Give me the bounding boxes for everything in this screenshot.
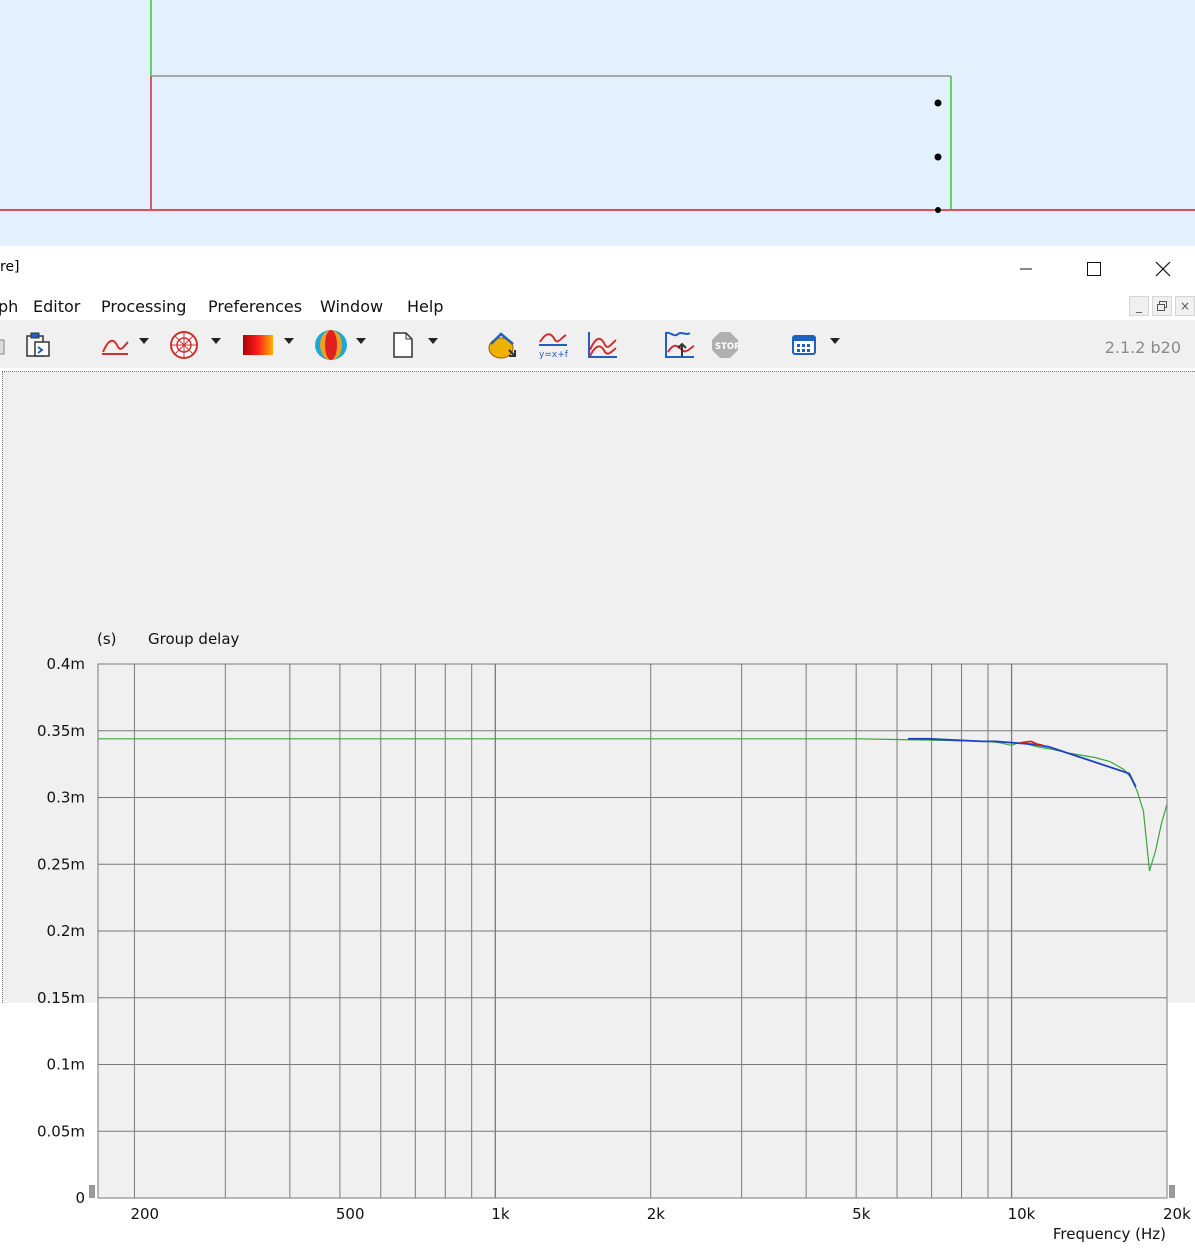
left-scroll-marker[interactable] <box>89 1185 95 1198</box>
x-tick-label: 500 <box>336 1205 365 1223</box>
x-axis-label: Frequency (Hz) <box>1053 1225 1166 1243</box>
y-tick-label: 0.2m <box>47 922 85 940</box>
chart-title: Group delay <box>148 630 240 648</box>
y-tick-label: 0.05m <box>37 1122 85 1140</box>
y-axis-label: (s) <box>97 630 117 648</box>
node-dot[interactable] <box>934 153 942 161</box>
editor-canvas[interactable] <box>0 0 1195 246</box>
y-tick-label: 0.3m <box>47 789 85 807</box>
x-tick-label: 20k <box>1163 1205 1191 1223</box>
editor-drawing <box>0 0 1195 213</box>
node-dot[interactable] <box>934 99 942 107</box>
y-tick-label: 0.15m <box>37 989 85 1007</box>
x-tick-label: 1k <box>491 1205 510 1223</box>
node-dot[interactable] <box>935 207 941 213</box>
graph-panel: 0 0.05m 0.1m 0.15m 0.2m 0.25m 0.3m 0.35m 0.4m 200… <box>2 371 1195 1243</box>
x-tick-label: 200 <box>130 1205 159 1223</box>
x-tick-label: 2k <box>647 1205 666 1223</box>
app-window: re] ph Editor Processing Preferences Win… <box>0 246 1195 1243</box>
x-tick-label: 5k <box>852 1205 871 1223</box>
y-tick-label: 0 <box>75 1189 85 1207</box>
y-tick-label: 0.4m <box>47 655 85 673</box>
right-scroll-marker[interactable] <box>1169 1185 1175 1198</box>
x-tick-label: 10k <box>1008 1205 1036 1223</box>
group-delay-chart[interactable]: 0 0.05m 0.1m 0.15m 0.2m 0.25m 0.3m 0.35m 0.4m 200… <box>1 247 1195 1250</box>
y-tick-label: 0.1m <box>47 1056 85 1074</box>
y-tick-label: 0.35m <box>37 722 85 740</box>
y-tick-label: 0.25m <box>37 855 85 873</box>
